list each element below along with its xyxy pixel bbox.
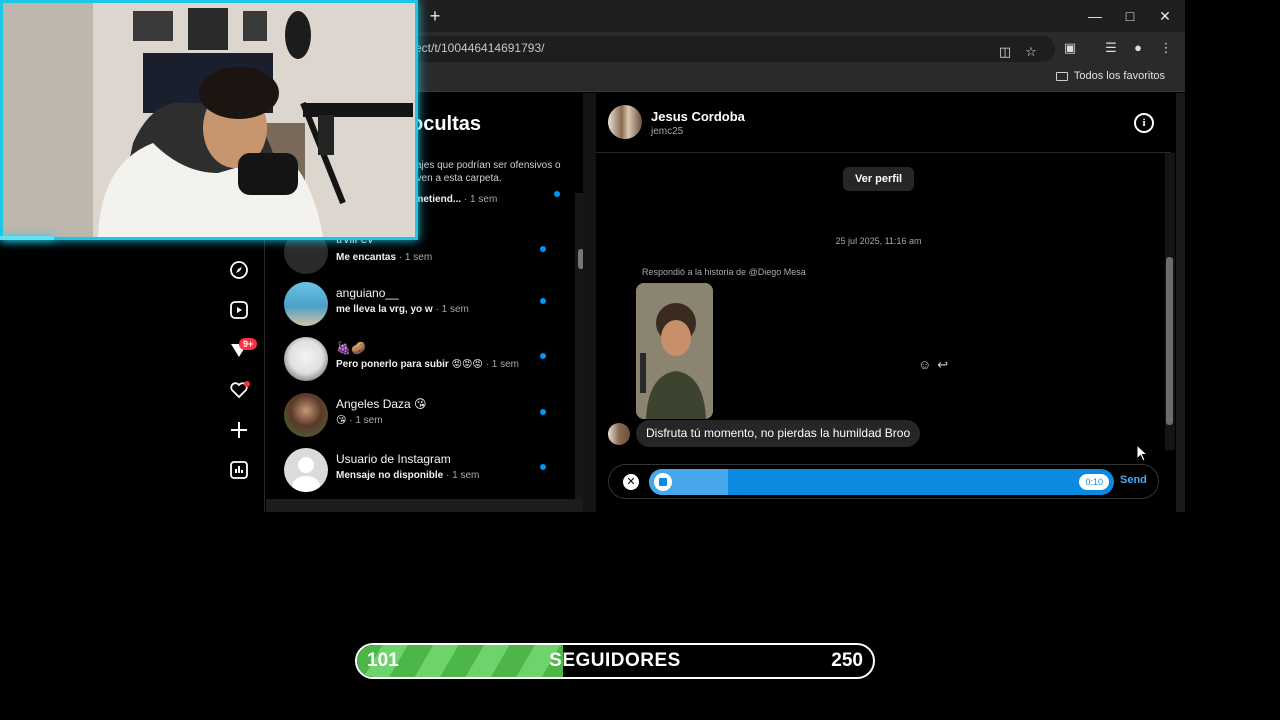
send-button[interactable]: Send [1120, 474, 1147, 486]
chat-scroll-thumb[interactable] [1166, 257, 1173, 425]
message-bubble[interactable]: Disfruta tú momento, no pierdas la humil… [636, 420, 921, 447]
conversation-name: Angeles Daza 😘 [336, 397, 427, 411]
stop-recording-button[interactable] [654, 473, 672, 491]
extensions-icon[interactable]: ▣ [1060, 38, 1080, 58]
conversation-name: anguiano__ [336, 286, 399, 300]
list-item[interactable]: 🍇🥔 Pero ponerlo para subir 😡😡😡 · 1 sem [284, 337, 554, 385]
chat-contact-name[interactable]: Jesus Cordoba [651, 109, 745, 124]
list-item[interactable]: Usuario de Instagram Mensaje no disponib… [284, 448, 554, 496]
webcam-glow [0, 236, 54, 240]
message-composer: ✕ 0:10 Send [608, 464, 1159, 499]
message-timestamp: 25 jul 2025, 11:16 am [835, 236, 922, 246]
panel-title: ocultas [411, 113, 482, 135]
reels-icon[interactable] [227, 298, 251, 322]
conversation-preview: me lleva la vrg, yo w · 1 sem [336, 304, 469, 315]
conversation-preview: Mensaje no disponible · 1 sem [336, 470, 480, 481]
unread-dot [540, 246, 546, 252]
page-scrollbar[interactable] [1176, 93, 1185, 512]
all-bookmarks-label: Todos los favoritos [1073, 70, 1165, 82]
url-text: ect/t/100446414691793/ [415, 41, 545, 55]
info-icon[interactable]: i [1134, 113, 1154, 133]
conversation-name: 🍇🥔 [336, 341, 366, 355]
messages-badge: 9+ [239, 338, 258, 350]
sender-avatar[interactable] [608, 423, 630, 445]
install-app-icon[interactable]: ◫ [995, 42, 1015, 62]
unread-dot [540, 353, 546, 359]
conversation-preview: 😘 · 1 sem [336, 415, 383, 426]
avatar [284, 337, 328, 381]
followers-goal: 250 [831, 650, 863, 671]
panel-description: sajes que podrían ser ofensivos o even a… [411, 160, 561, 184]
insights-icon[interactable] [227, 458, 251, 482]
conversation-preview: Pero ponerlo para subir 😡😡😡 · 1 sem [336, 359, 519, 370]
conversation-preview: Me encantas · 1 sem [336, 252, 433, 263]
mouse-cursor-icon [1136, 444, 1148, 462]
new-tab-button[interactable]: + [425, 6, 445, 26]
default-avatar [284, 448, 328, 492]
voice-recording-bar: 0:10 [649, 469, 1114, 495]
unread-dot [540, 298, 546, 304]
close-window-icon[interactable]: ✕ [1155, 6, 1175, 26]
conversation-name: Usuario de Instagram [336, 452, 451, 466]
list-item[interactable]: Angeles Daza 😘 😘 · 1 sem [284, 393, 554, 441]
list-outer-scrollbar[interactable] [583, 93, 596, 512]
chat-avatar[interactable] [608, 105, 642, 139]
cancel-recording-icon[interactable]: ✕ [623, 474, 639, 490]
chat-panel: Jesus Cordoba jemc25 i Ver perfil 25 jul… [596, 93, 1185, 512]
chat-header: Jesus Cordoba jemc25 i [596, 93, 1171, 153]
unread-dot [554, 191, 560, 197]
message-actions: ☺ ↩ [918, 357, 948, 373]
list-item[interactable]: anguiano__ me lleva la vrg, yo w · 1 sem [284, 282, 554, 330]
unread-dot [540, 409, 546, 415]
chat-contact-username: jemc25 [651, 126, 684, 137]
list-horizontal-scrollbar[interactable] [266, 499, 596, 512]
create-plus-icon[interactable] [227, 418, 251, 442]
unread-dot [540, 464, 546, 470]
emoji-react-icon[interactable]: ☺ [918, 357, 931, 373]
webcam-overlay [0, 0, 418, 240]
notification-dot [244, 381, 250, 387]
explore-icon[interactable] [227, 258, 251, 282]
avatar [284, 282, 328, 326]
followers-progress-bar: 101 SEGUIDORES 250 [355, 643, 875, 679]
menu-kebab-icon[interactable]: ⋮ [1156, 38, 1176, 58]
folder-icon [1055, 71, 1068, 81]
reply-icon[interactable]: ↩ [937, 357, 948, 373]
profile-icon[interactable]: ● [1128, 38, 1148, 58]
bookmark-star-icon[interactable]: ☆ [1021, 42, 1041, 62]
avatar [284, 393, 328, 437]
followers-label: SEGUIDORES [549, 650, 681, 671]
all-bookmarks-folder[interactable]: Todos los favoritos [1055, 70, 1165, 82]
story-thumbnail[interactable] [636, 283, 713, 419]
view-profile-button[interactable]: Ver perfil [843, 167, 915, 191]
minimize-icon[interactable]: — [1085, 6, 1105, 26]
recording-time: 0:10 [1079, 474, 1109, 490]
screen: + — □ ✕ ect/t/100446414691793/ ◫ ☆ ▣ ☰ ●… [0, 0, 1280, 720]
media-control-icon[interactable]: ☰ [1101, 38, 1121, 58]
maximize-icon[interactable]: □ [1120, 6, 1140, 26]
story-reply-label: Respondió a la historia de @Diego Mesa [642, 267, 806, 277]
